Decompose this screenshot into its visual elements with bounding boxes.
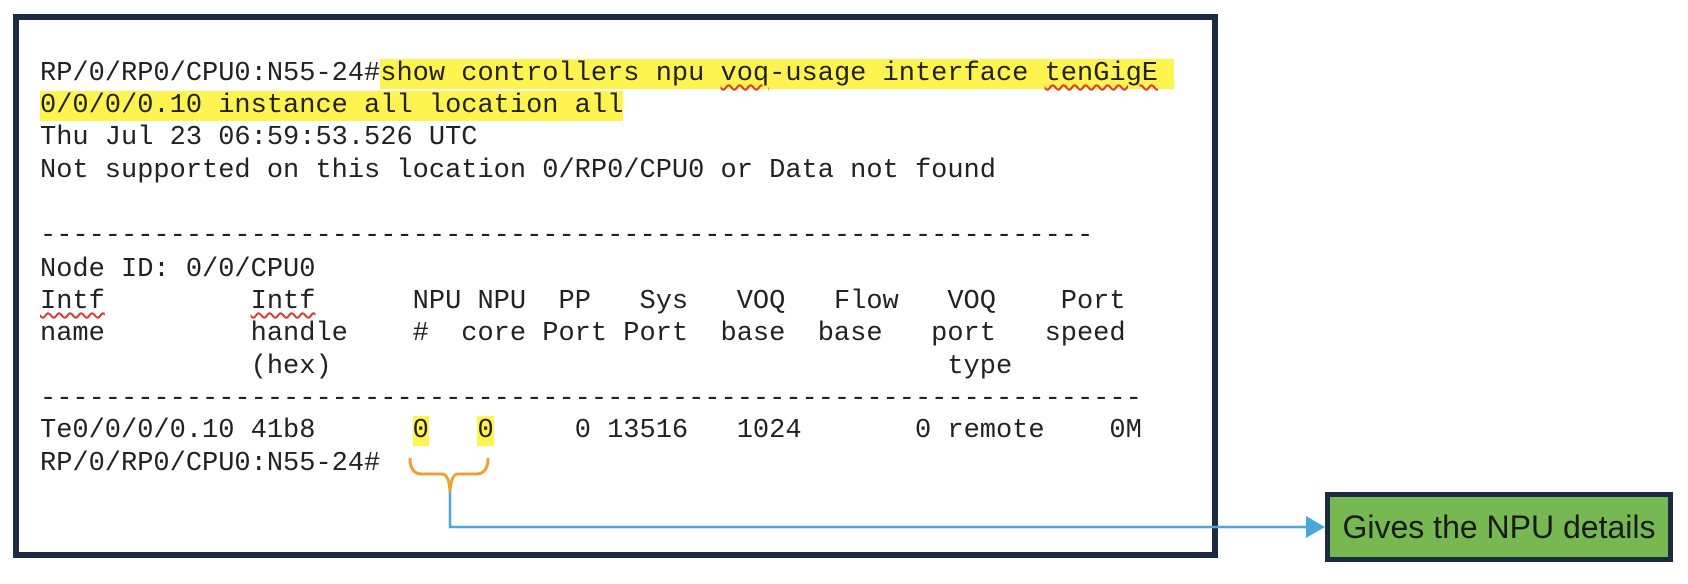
- callout-label: Gives the NPU details: [1342, 508, 1656, 545]
- arrow-head-icon: [1306, 516, 1325, 538]
- npu-bracket: [408, 457, 490, 493]
- npu-details-callout: Gives the NPU details: [1325, 492, 1673, 562]
- connector-line: [448, 492, 1306, 529]
